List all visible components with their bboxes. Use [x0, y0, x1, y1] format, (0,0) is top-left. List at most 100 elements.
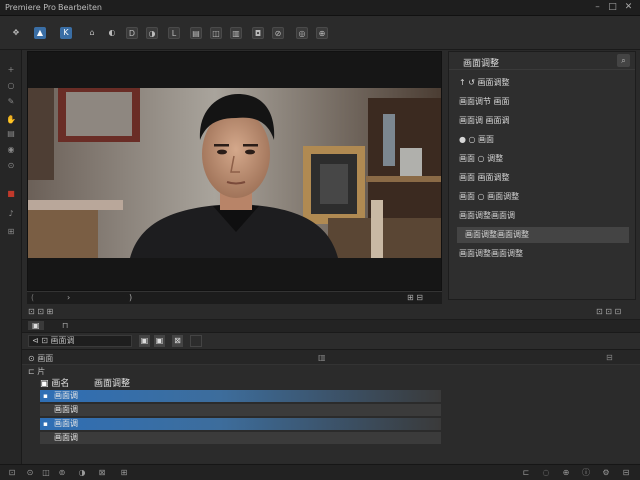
- move-icon[interactable]: ✥: [10, 27, 22, 39]
- in-point-mark[interactable]: (: [31, 293, 34, 302]
- snap-icon[interactable]: ◌: [540, 467, 552, 479]
- freeform-view-icon[interactable]: ⊠: [172, 335, 183, 347]
- export-icon[interactable]: ⊕: [316, 27, 328, 39]
- audio-icon[interactable]: ♪: [5, 208, 17, 220]
- zoom-icon[interactable]: ⊕: [560, 467, 572, 479]
- effect-item[interactable]: 画面调节 画面: [459, 94, 629, 110]
- list-menu-icon[interactable]: ⊟: [606, 353, 613, 362]
- lock-icon[interactable]: ⊙: [5, 160, 17, 172]
- effect-item[interactable]: 画面调整画面调: [459, 208, 629, 224]
- effect-item[interactable]: 画面调整画面调整: [459, 246, 629, 262]
- panel-toolbar: ⊲ ⊡ 画面调 ▣ ▣ ⊠: [22, 333, 640, 349]
- column-name[interactable]: ▣ 画名: [40, 376, 69, 389]
- list-header-label: ⊙ 画面: [28, 354, 54, 363]
- waveform-icon[interactable]: ⊠: [96, 467, 108, 479]
- list-item[interactable]: ▪ 画面调: [40, 418, 441, 430]
- settings-icon[interactable]: ⚙: [600, 467, 612, 479]
- icon-view-icon[interactable]: ▣: [154, 335, 165, 347]
- hand-icon[interactable]: ✋: [5, 114, 17, 126]
- collapse-icon[interactable]: ⊟: [620, 467, 632, 479]
- row-checkbox[interactable]: ▪: [41, 391, 50, 401]
- search-icon[interactable]: ⌕: [617, 54, 630, 67]
- brush-icon[interactable]: ⌂: [86, 27, 98, 39]
- row-checkbox[interactable]: [41, 405, 50, 415]
- list-item[interactable]: 画面调: [40, 404, 441, 416]
- list-count-icon: ▥: [318, 353, 326, 362]
- status-row: ⊡ ⊡ ⊞ ⊡ ⊡ ⊡: [22, 304, 640, 320]
- audio-icon[interactable]: ◑: [76, 467, 88, 479]
- list-view-icon[interactable]: ▣: [139, 335, 150, 347]
- program-monitor[interactable]: [27, 51, 442, 291]
- list-item-label: 画面调: [54, 419, 78, 428]
- list-item-label: 画面调: [54, 405, 78, 414]
- marker-icon[interactable]: ◎: [296, 27, 308, 39]
- app-title: Premiere Pro: [5, 3, 56, 12]
- settings-icon[interactable]: [190, 335, 202, 347]
- lock-icon[interactable]: ⊙: [24, 467, 36, 479]
- zoom-icon[interactable]: ◘: [252, 27, 264, 39]
- text-icon[interactable]: K: [60, 27, 72, 39]
- list-item[interactable]: 画面调: [40, 432, 441, 444]
- grid-icon[interactable]: ⊞: [5, 226, 17, 238]
- list-item-label: 画面调: [54, 391, 78, 400]
- status-row-left[interactable]: ⊡ ⊡ ⊞: [28, 307, 53, 316]
- effects-panel-title: 画面调整: [463, 59, 500, 69]
- effects-panel-header: 画面调整 ⌕: [449, 52, 635, 70]
- effects-panel: 画面调整 ⌕ ↑ ↺ 画面调整 画面调节 画面 画面调 画面调 ● ○ 画面 画面 ○ …: [448, 51, 636, 300]
- row-checkbox[interactable]: ▪: [41, 419, 50, 429]
- effect-item[interactable]: ● ○ 画面: [459, 132, 629, 148]
- tab-media[interactable]: ⊓: [62, 321, 68, 330]
- marker-icon[interactable]: ⊏: [520, 467, 532, 479]
- ripple-icon[interactable]: L: [168, 27, 180, 39]
- panel-filter-input[interactable]: ⊲ ⊡ 画面调: [28, 335, 132, 347]
- info-icon[interactable]: ⓘ: [580, 467, 592, 479]
- sequence-icon[interactable]: ⊡: [6, 467, 18, 479]
- play-head-mark[interactable]: ›: [67, 293, 70, 302]
- render-icon[interactable]: ⊞: [118, 467, 130, 479]
- out-point-mark[interactable]: ): [129, 293, 132, 302]
- eye-icon[interactable]: ◉: [5, 144, 17, 156]
- effect-item[interactable]: 画面调 画面调: [459, 113, 629, 129]
- effect-item[interactable]: 画面 画面调整: [459, 170, 629, 186]
- timecode-display: ⊞ ⊟: [407, 293, 423, 302]
- list-item[interactable]: ▪ 画面调: [40, 390, 441, 402]
- video-frame-image: [28, 88, 441, 258]
- track-icon[interactable]: D: [126, 27, 138, 39]
- crop-icon[interactable]: ◐: [106, 27, 118, 39]
- close-icon[interactable]: ✕: [623, 2, 634, 13]
- select-icon[interactable]: ▲: [34, 27, 46, 39]
- status-row-right[interactable]: ⊡ ⊡ ⊡: [596, 307, 621, 316]
- pencil-icon[interactable]: ✎: [5, 96, 17, 108]
- pen-icon[interactable]: ◫: [210, 27, 222, 39]
- record-icon[interactable]: ■: [5, 188, 17, 200]
- media-icon[interactable]: ◫: [40, 467, 52, 479]
- scope-icon[interactable]: ⊚: [56, 467, 68, 479]
- list-item-label: 画面调: [54, 433, 78, 442]
- video-frame: [28, 88, 441, 258]
- title-bar: Premiere Pro Bearbeiten – □ ✕: [0, 0, 640, 16]
- list-header: ⊙ 画面 ▥ ⊟: [22, 349, 640, 365]
- app-subtitle: Bearbeiten: [58, 3, 102, 12]
- razor-icon[interactable]: ◑: [146, 27, 158, 39]
- row-checkbox[interactable]: [41, 433, 50, 443]
- transport-bar: ( › ) ⊞ ⊟: [27, 291, 442, 304]
- column-label[interactable]: 画面调整: [94, 376, 130, 389]
- effect-item[interactable]: ↑ ↺ 画面调整: [459, 75, 629, 91]
- hand-icon[interactable]: ▥: [230, 27, 242, 39]
- slip-icon[interactable]: ▤: [190, 27, 202, 39]
- minimize-icon[interactable]: –: [592, 2, 603, 13]
- tab-project[interactable]: ▣: [28, 321, 44, 330]
- link-icon[interactable]: ⊘: [272, 27, 284, 39]
- add-icon[interactable]: +: [5, 64, 17, 76]
- effect-item[interactable]: 画面 ○ 画面调整: [459, 189, 629, 205]
- layers-icon[interactable]: ▤: [5, 128, 17, 140]
- effect-item[interactable]: 画面 ○ 调整: [459, 151, 629, 167]
- column-checkbox-icon: ▣: [40, 379, 52, 389]
- list-column-headers: ▣ 画名 画面调整: [40, 376, 440, 389]
- circle-icon[interactable]: ○: [5, 80, 17, 92]
- panel-tab-row: ▣ ⊓: [22, 320, 640, 333]
- main-toolbar: ✥ ▲ K ⌂ ◐ D ◑ L ▤ ◫ ▥ ◘ ⊘ ◎ ⊕: [0, 16, 640, 50]
- effect-item[interactable]: 画面调整画面调整: [457, 227, 629, 243]
- bottom-bar: ⊡ ⊙ ◫ ⊚ ◑ ⊠ ⊞ ⊏ ◌ ⊕ ⓘ ⚙ ⊟: [0, 464, 640, 480]
- maximize-icon[interactable]: □: [607, 2, 618, 13]
